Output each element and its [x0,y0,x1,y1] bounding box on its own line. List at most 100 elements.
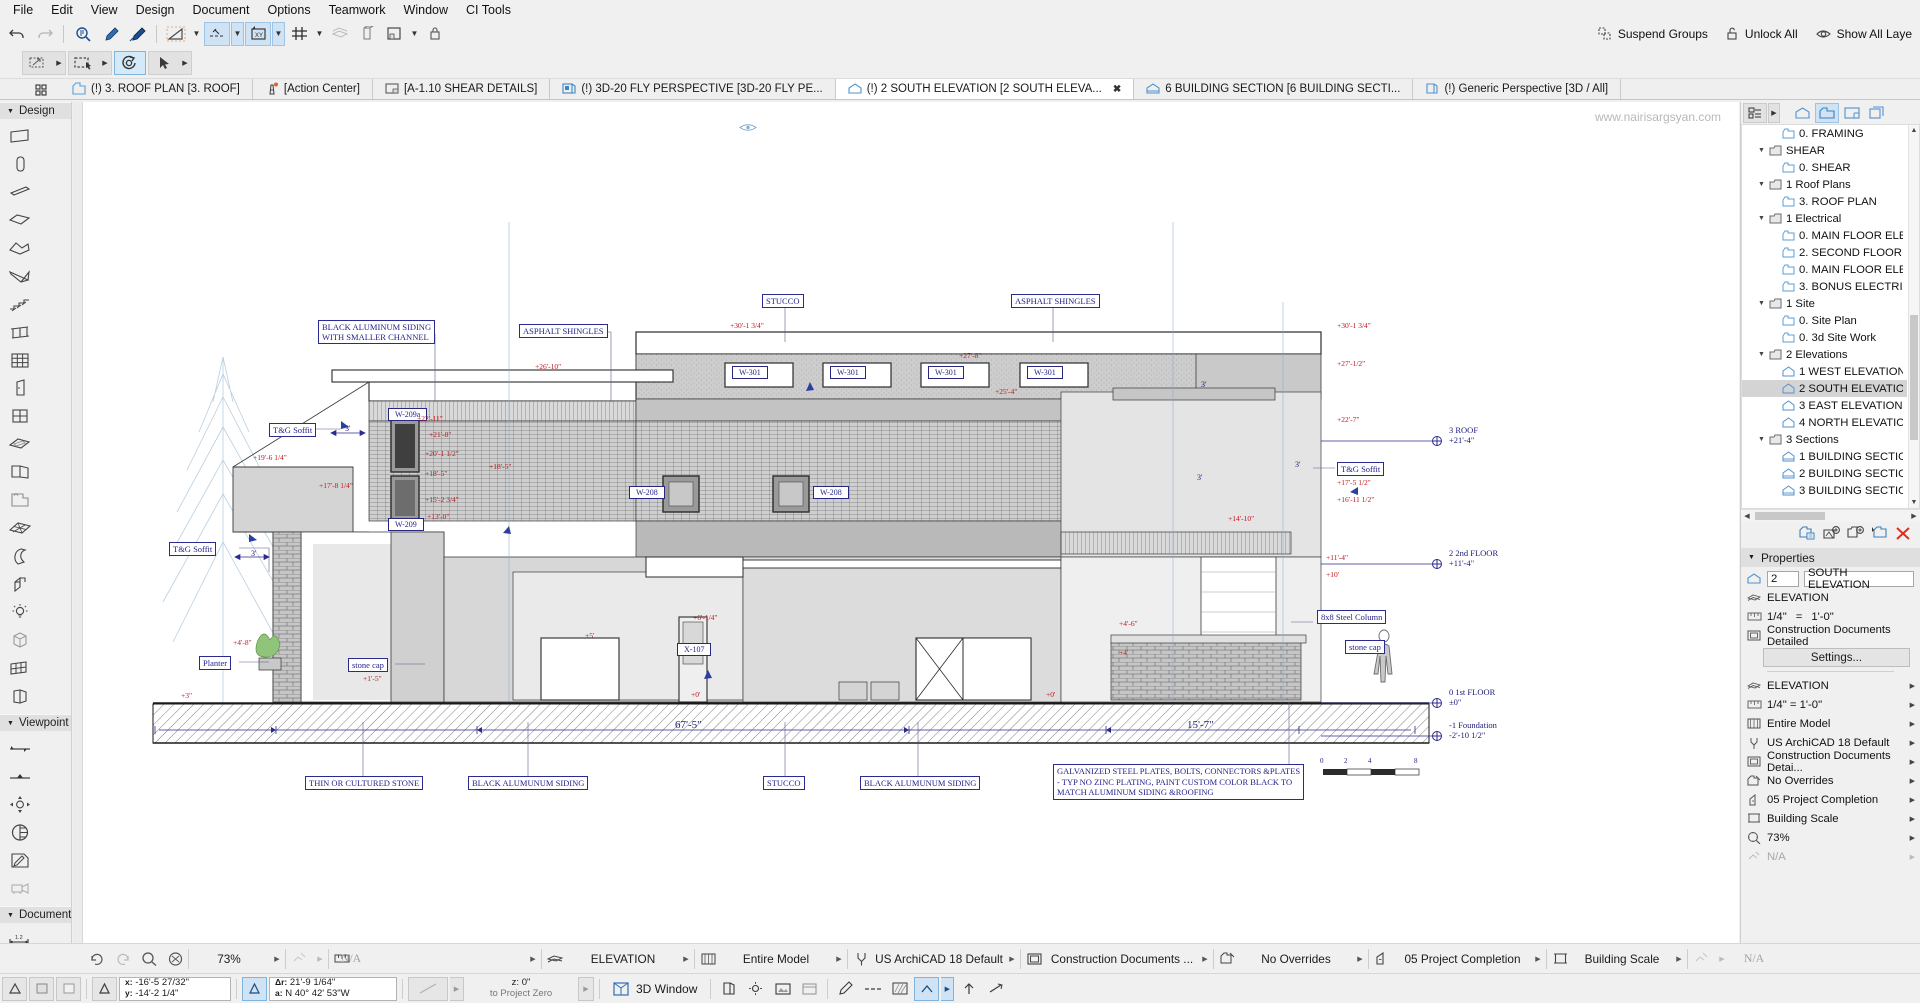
guide-toggle-icon[interactable] [983,977,1008,1001]
project-map-icon[interactable] [1743,103,1767,123]
new-folder-icon[interactable] [1847,526,1864,544]
chevron-right-icon[interactable]: ▶ [1352,955,1368,963]
beam-tool[interactable] [4,178,36,206]
elevation-name-input[interactable]: SOUTH ELEVATION [1804,567,1914,591]
tree-item[interactable]: ▼ 1 Site [1742,295,1907,312]
chevron-right-icon[interactable]: ▶ [678,955,694,963]
shell-free-tool[interactable] [4,542,36,570]
callout[interactable]: Planter [199,656,232,671]
tree-item[interactable]: 3 BUILDING SECTION [1742,482,1907,499]
snap-guide-dropdown-arrow[interactable]: ▼ [231,21,244,46]
grid-snap-icon[interactable] [286,22,312,46]
tab-roof-plan[interactable]: (!) 3. ROOF PLAN [3. ROOF] [60,79,253,99]
chevron-right-icon[interactable]: ▶ [1671,955,1687,963]
elevation-line-icon[interactable] [408,976,448,1001]
marquee-tool[interactable]: ▶ [68,50,112,75]
project-tree[interactable]: 0. FRAMING ▼ SHEAR 0. SHEAR ▼ 1 Roof Plans… [1741,124,1920,509]
tree-item[interactable]: 0. Site Plan [1742,312,1907,329]
scroll-down-icon[interactable]: ▼ [1909,497,1919,508]
mesh-tool[interactable] [4,514,36,542]
model-view-icon[interactable] [1021,946,1047,972]
arrow-select-tool[interactable]: ▶ [148,50,192,75]
coordinate-xy-field[interactable]: x: -16'-5 27/32" y: -14'-2 1/4" [119,976,231,1001]
coordinate-input-icon[interactable]: XY [245,21,271,46]
skylight-tool[interactable] [4,430,36,458]
property-row[interactable]: Entire Model ▶ [1741,714,1920,733]
properties-penset-row[interactable]: Construction Documents Detailed [1741,624,1920,648]
property-row[interactable]: 73% ▶ [1741,828,1920,847]
marquee-dropdown-arrow[interactable]: ▶ [99,52,111,74]
callout[interactable]: BLACK ALUMUNUM SIDING [860,776,981,791]
window-tag[interactable]: W-301 [928,366,964,379]
tab-building-section[interactable]: 6 BUILDING SECTION [6 BUILDING SECTI... [1134,79,1414,99]
tree-item[interactable]: 1 WEST ELEVATION [1742,363,1907,380]
roof-tool[interactable] [4,234,36,262]
status-building-scale[interactable]: Building Scale ▶ [1573,946,1687,972]
window-tag[interactable]: W-301 [732,366,768,379]
shell-tool[interactable] [4,262,36,290]
guide-line-icon[interactable] [29,976,54,1001]
tree-vertical-scrollbar[interactable]: ▲ ▼ [1908,125,1919,508]
redo-icon[interactable] [31,22,57,46]
syringe-icon[interactable] [124,22,150,46]
worksheet-tool[interactable] [4,846,36,874]
status-model-view[interactable]: Construction Documents ... ▶ [1047,946,1213,972]
tree-item[interactable]: ▼ 2 Elevations [1742,346,1907,363]
curtain-grid-tool[interactable] [4,654,36,682]
elevation-tool[interactable] [4,762,36,790]
callout[interactable]: 8x8 Steel Column [1317,610,1387,625]
zoom-magnifier-icon[interactable] [136,946,162,972]
undo-icon[interactable] [4,22,30,46]
settings-button[interactable]: Settings... [1763,648,1910,667]
properties-header[interactable]: ▼ Properties [1741,548,1920,567]
callout[interactable]: THIN OR CULTURED STONE [305,776,424,791]
lamp-tool[interactable] [4,598,36,626]
chevron-right-icon[interactable]: ▶ [1910,720,1920,728]
tree-item[interactable]: 2 BUILDING SECTION [1742,465,1907,482]
photo-render-icon[interactable] [770,977,795,1001]
property-row[interactable]: Construction Documents Detai... ▶ [1741,750,1920,774]
snap-reference-icon[interactable] [56,976,81,1001]
tree-item[interactable]: 0. 3d Site Work [1742,329,1907,346]
status-layer-combination[interactable]: ELEVATION ▶ [568,946,694,972]
menu-item-ci-tools[interactable]: CI Tools [457,1,520,19]
tree-item[interactable]: ▼ 3 Sections [1742,431,1907,448]
curtain-wall-tool[interactable] [4,346,36,374]
home-view-icon[interactable] [1790,103,1814,123]
marquee-rotate-dropdown-arrow[interactable]: ▶ [53,52,65,74]
status-renovation-filter[interactable]: 05 Project Completion ▶ [1395,946,1546,972]
callout[interactable]: T&G Soffit [1337,462,1385,477]
menu-item-window[interactable]: Window [395,1,457,19]
palette-header-document[interactable]: ▼ Document [0,906,71,923]
menu-item-teamwork[interactable]: Teamwork [320,1,395,19]
3d-window-button[interactable]: 3D Window [605,981,705,997]
view-settings-icon[interactable] [797,977,822,1001]
chevron-right-icon[interactable]: ▶ [1910,739,1920,747]
callout[interactable]: ASPHALT SHINGLES [519,324,608,339]
elevation-dropdown-arrow[interactable]: ▶ [450,976,464,1001]
fill-type-icon[interactable] [887,977,912,1001]
callout[interactable]: GALVANIZED STEEL PLATES, BOLTS, CONNECTO… [1053,764,1305,800]
tree-item[interactable]: 4 NORTH ELEVATION [1742,414,1907,431]
tree-item[interactable]: 3. BONUS ELECTRICAL [1742,278,1907,295]
railing-tool[interactable] [4,318,36,346]
drawing-canvas[interactable]: www.nairisargsyan.com BLACK ALUMINUM SID… [73,102,1739,973]
open-3d-window-icon[interactable] [716,977,741,1001]
tree-item[interactable]: 0. MAIN FLOOR ELECT [1742,261,1907,278]
rename-icon[interactable] [1871,526,1888,544]
column-tool[interactable] [4,150,36,178]
tree-item[interactable]: 1 BUILDING SECTION [1742,448,1907,465]
menu-item-file[interactable]: File [4,1,42,19]
zoom-out-icon[interactable] [84,946,110,972]
window-tool[interactable] [4,402,36,430]
scrollbar-thumb[interactable] [1910,315,1918,440]
polar-coordinate-icon[interactable] [242,976,267,1001]
eyedropper-icon[interactable] [97,22,123,46]
morph-tool[interactable] [4,458,36,486]
layout-book-icon[interactable] [1840,103,1864,123]
scroll-up-icon[interactable]: ▲ [1909,125,1919,136]
pen-color-icon[interactable] [833,977,858,1001]
z-coordinate-field[interactable]: z: 0" to Project Zero [466,977,576,1001]
property-row[interactable]: ELEVATION ▶ [1741,676,1920,695]
renovation-filter-icon[interactable] [1369,946,1395,972]
